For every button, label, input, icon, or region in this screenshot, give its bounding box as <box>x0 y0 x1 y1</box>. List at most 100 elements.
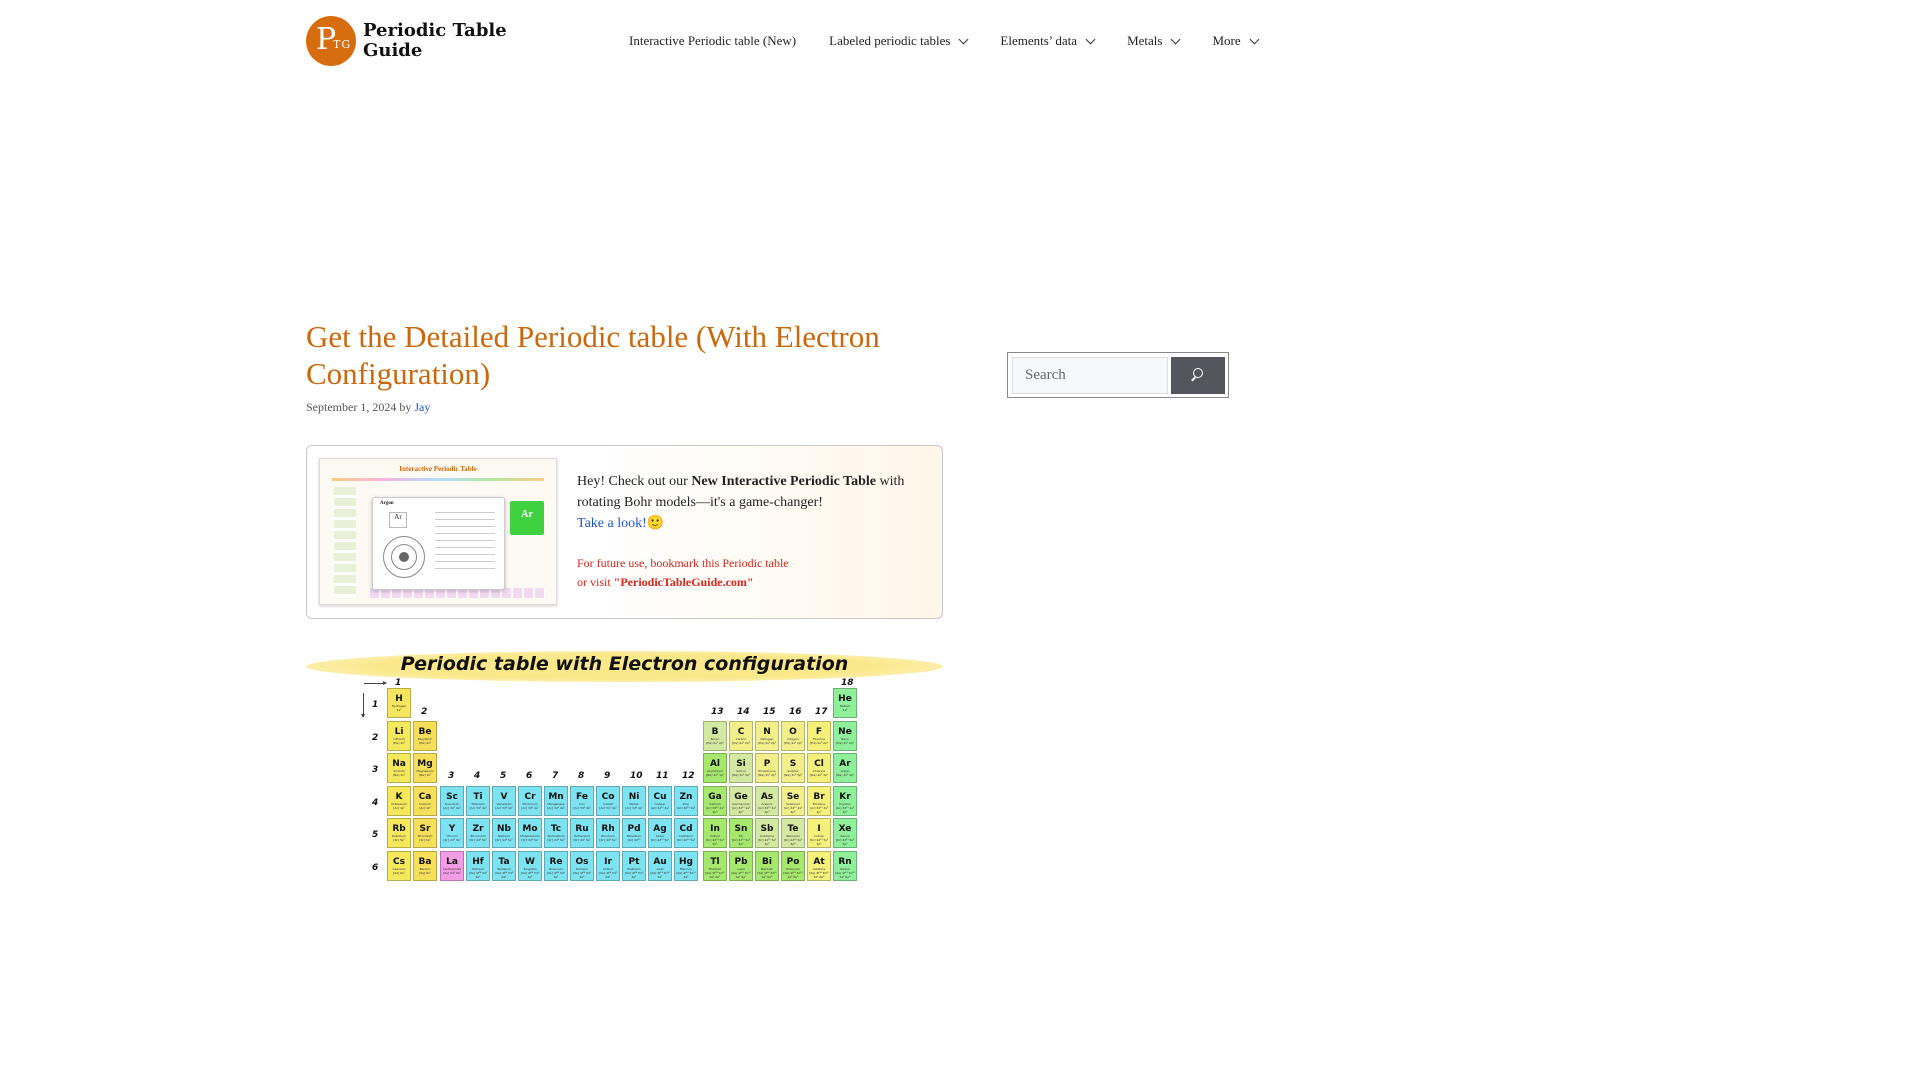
chevron-down-icon <box>958 34 969 44</box>
element-cell: Cr Chromium [Ar] 3d⁵ 4s¹ <box>518 785 542 816</box>
element-cell: Ag Silver [Kr] 4d¹⁰ 5s¹ <box>648 818 672 848</box>
element-configuration: [He] 2s² 2p⁵ <box>809 740 829 745</box>
element-cell: Rb Rubidium [Kr] 5s¹ <box>387 818 411 848</box>
element-symbol: Ne <box>838 726 852 737</box>
element-configuration: [Ar] 3d⁶ 4s² <box>573 805 591 810</box>
group-label: 4 <box>474 771 481 781</box>
element-cell: B Boron [He] 2s² 2p¹ <box>703 720 727 751</box>
element-cell: O Oxygen [He] 2s² 2p⁴ <box>781 720 805 751</box>
element-cell: Na Sodium [Ne] 3s¹ <box>387 753 411 783</box>
element-symbol: O <box>789 726 797 737</box>
element-symbol: Si <box>736 759 746 769</box>
element-cell: Mo Molybdenum [Kr] 4d⁵ 5s¹ <box>518 818 542 848</box>
element-symbol: Ar <box>839 759 851 769</box>
element-configuration: 1s² <box>842 708 848 712</box>
thumbnail-title: Interactive Periodic Table <box>399 465 477 473</box>
element-configuration: [Kr] 4d¹⁰ 5s² <box>676 838 696 842</box>
page-title: Get the Detailed Periodic table (With El… <box>306 319 880 391</box>
element-cell: Mg Magnesium [Ne] 3s² <box>413 753 437 783</box>
chevron-down-icon <box>1249 34 1260 44</box>
element-configuration: [Xe] 6s¹ <box>393 870 405 875</box>
element-configuration: [He] 2s² <box>418 740 432 745</box>
thumbnail-element-name: Argon <box>380 501 394 506</box>
element-configuration: [Ne] 3s² 3p⁵ <box>809 773 829 777</box>
group-label: 17 <box>815 707 828 717</box>
nav-label: Labeled periodic tables <box>829 33 951 48</box>
element-symbol: Ba <box>418 856 432 867</box>
thumbnail-grid <box>334 487 356 597</box>
element-configuration: [Kr] 4d¹⁰ 5s² 5p² <box>731 838 751 846</box>
element-cell: Be Beryllium [He] 2s² <box>413 720 437 751</box>
group-label: 12 <box>682 771 695 781</box>
group-label: 8 <box>578 771 585 781</box>
element-configuration: [He] 2s² 2p² <box>731 740 751 745</box>
take-a-look-link[interactable]: Take a look! <box>577 516 647 531</box>
element-symbol: Ga <box>708 791 722 802</box>
element-configuration: [Ne] 3s¹ <box>392 773 406 777</box>
element-configuration: [Ar] 3d¹⁰ 4s² 4p³ <box>757 805 777 814</box>
nav-item-metals[interactable]: Metals <box>1127 33 1181 49</box>
element-cell: H Hydrogen 1s¹ <box>387 688 411 718</box>
element-symbol: Mg <box>417 759 433 769</box>
element-symbol: Nb <box>497 824 511 834</box>
element-configuration: [He] 2s² 2p⁶ <box>835 740 855 745</box>
element-cell: Rn Radon [Xe] 4f¹⁴ 5d¹⁰ 6s² 6p⁶ <box>833 850 857 881</box>
element-cell: Bi Bismuth [Xe] 4f¹⁴ 5d¹⁰ 6s² 6p³ <box>755 850 779 881</box>
element-configuration: [Kr] 4d¹⁰ 5s¹ <box>650 838 670 842</box>
site-logo[interactable]: P TG Periodic Table Guide <box>306 16 507 66</box>
element-cell: Ba Barium [Xe] 6s² <box>413 850 437 881</box>
element-configuration: [Ar] 3d¹⁰ 4s² 4p¹ <box>705 805 725 814</box>
element-configuration: [Ar] 3d¹ 4s² <box>443 805 461 810</box>
element-name: Lanthanides <box>442 866 462 871</box>
element-cell: Ga Gallium [Ar] 3d¹⁰ 4s² 4p¹ <box>703 785 727 816</box>
element-configuration: [Ne] 3s² 3p¹ <box>705 773 725 777</box>
element-symbol: B <box>711 726 719 737</box>
element-configuration: [Xe] 4f¹⁴ 5d¹⁰ 6s² <box>676 870 696 879</box>
element-symbol: Ge <box>734 791 748 802</box>
element-cell: Nb Niobium [Kr] 4d⁴ 5s¹ <box>492 818 516 848</box>
interactive-table-thumbnail[interactable]: Interactive Periodic Table Argon Ar Ar <box>319 458 557 605</box>
element-symbol: Rh <box>601 824 615 834</box>
element-name: Potassium <box>391 801 407 806</box>
element-configuration: [Ar] 3d⁵ 4s¹ <box>521 805 539 810</box>
element-symbol: Re <box>549 856 563 867</box>
element-symbol: Sc <box>446 791 458 802</box>
group-label: 15 <box>763 707 776 717</box>
element-cell: W Tungsten [Xe] 4f¹⁴ 5d⁴ 6s² <box>518 850 542 881</box>
element-symbol: Pt <box>628 856 640 867</box>
element-cell: Cd Cadmium [Kr] 4d¹⁰ 5s² <box>674 818 698 848</box>
element-symbol: La <box>446 856 458 867</box>
element-cell: S Sulphur [Ne] 3s² 3p⁴ <box>781 753 805 783</box>
element-symbol: Hf <box>472 856 484 867</box>
element-symbol: Al <box>709 759 721 769</box>
element-cell: Pb Lead [Xe] 4f¹⁴ 5d¹⁰ 6s² 6p² <box>729 850 753 881</box>
nav-item-interactive-table[interactable]: Interactive Periodic table (New) <box>629 33 796 49</box>
element-cell: Hg Mercury [Xe] 4f¹⁴ 5d¹⁰ 6s² <box>674 850 698 881</box>
element-cell: Ru Ruthenium [Kr] 4d⁷ 5s¹ <box>570 818 594 848</box>
element-symbol: C <box>737 726 745 737</box>
element-cell: I Iodine [Kr] 4d¹⁰ 5s² 5p⁵ <box>807 818 831 848</box>
element-symbol: Cu <box>653 791 667 802</box>
nav-item-labeled-tables[interactable]: Labeled periodic tables <box>829 33 969 49</box>
element-cell: Zr Zirconium [Kr] 4d² 5s² <box>466 818 490 848</box>
periodic-image-title: Periodic table with Electron configurati… <box>400 653 849 675</box>
search-button[interactable] <box>1171 357 1225 394</box>
element-configuration: [Xe] 4f¹⁴ 5d⁴ 6s² <box>520 870 540 879</box>
search-input[interactable] <box>1012 357 1168 394</box>
post-author-link[interactable]: Jay <box>414 400 430 414</box>
element-cell: Rh Rhodium [Kr] 4d⁸ 5s¹ <box>596 818 620 848</box>
element-cell: Cs Caesium [Xe] 6s¹ <box>387 850 411 881</box>
element-configuration: [Xe] 4f¹⁴ 5d⁹ 6s¹ <box>624 870 644 879</box>
nav-item-more[interactable]: More <box>1212 33 1260 49</box>
element-cell: Fe Iron [Ar] 3d⁶ 4s² <box>570 785 594 816</box>
element-configuration: [Ne] 3s² 3p⁶ <box>835 773 855 777</box>
group-label: 7 <box>552 771 559 781</box>
element-cell: Ir Iridium [Xe] 4f¹⁴ 5d⁷ 6s² <box>596 850 620 881</box>
logo-line-1: Periodic Table <box>363 20 507 41</box>
bookmark-note-prefix: or visit <box>577 575 614 589</box>
nav-item-elements-data[interactable]: Elements’ data <box>1000 33 1096 49</box>
element-configuration: 1s¹ <box>396 708 402 712</box>
period-arrow-icon <box>361 693 365 718</box>
element-configuration: [Ar] 3d³ 4s² <box>495 805 513 810</box>
element-symbol: Cs <box>393 856 405 867</box>
